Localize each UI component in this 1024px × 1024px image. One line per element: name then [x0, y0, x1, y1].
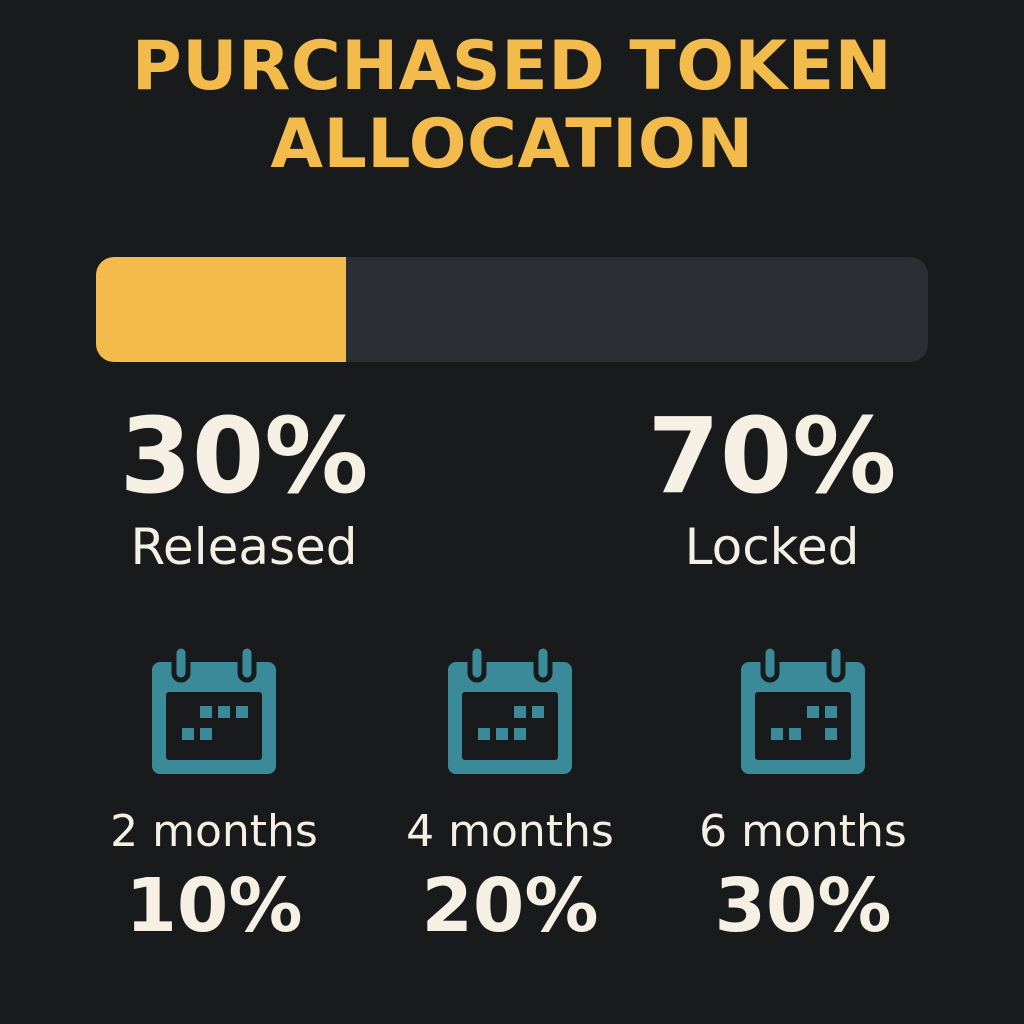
vesting-step-2-months: 2 months 10% — [64, 640, 364, 948]
locked-stat: 70% Locked — [612, 396, 932, 576]
vesting-step-6-months: 6 months 30% — [653, 640, 953, 948]
vesting-period: 6 months — [699, 806, 907, 857]
page-title: PURCHASED TOKEN ALLOCATION — [0, 28, 1024, 184]
released-label: Released — [130, 518, 358, 576]
released-percent: 30% — [119, 395, 369, 517]
vesting-period: 4 months — [406, 806, 614, 857]
vesting-step-4-months: 4 months 20% — [360, 640, 660, 948]
locked-percent: 70% — [647, 395, 897, 517]
vesting-share: 20% — [421, 863, 599, 949]
calendar-icon — [448, 643, 572, 774]
vesting-share: 10% — [125, 863, 303, 949]
released-portion-fill — [96, 257, 346, 362]
allocation-progress-bar — [96, 257, 928, 362]
locked-label: Locked — [684, 518, 860, 576]
calendar-icon — [152, 643, 276, 774]
title-line-2: ALLOCATION — [270, 105, 754, 184]
vesting-share: 30% — [714, 863, 892, 949]
released-stat: 30% Released — [84, 396, 404, 576]
title-line-1: PURCHASED TOKEN — [131, 27, 893, 106]
vesting-period: 2 months — [110, 806, 318, 857]
calendar-icon — [741, 643, 865, 774]
